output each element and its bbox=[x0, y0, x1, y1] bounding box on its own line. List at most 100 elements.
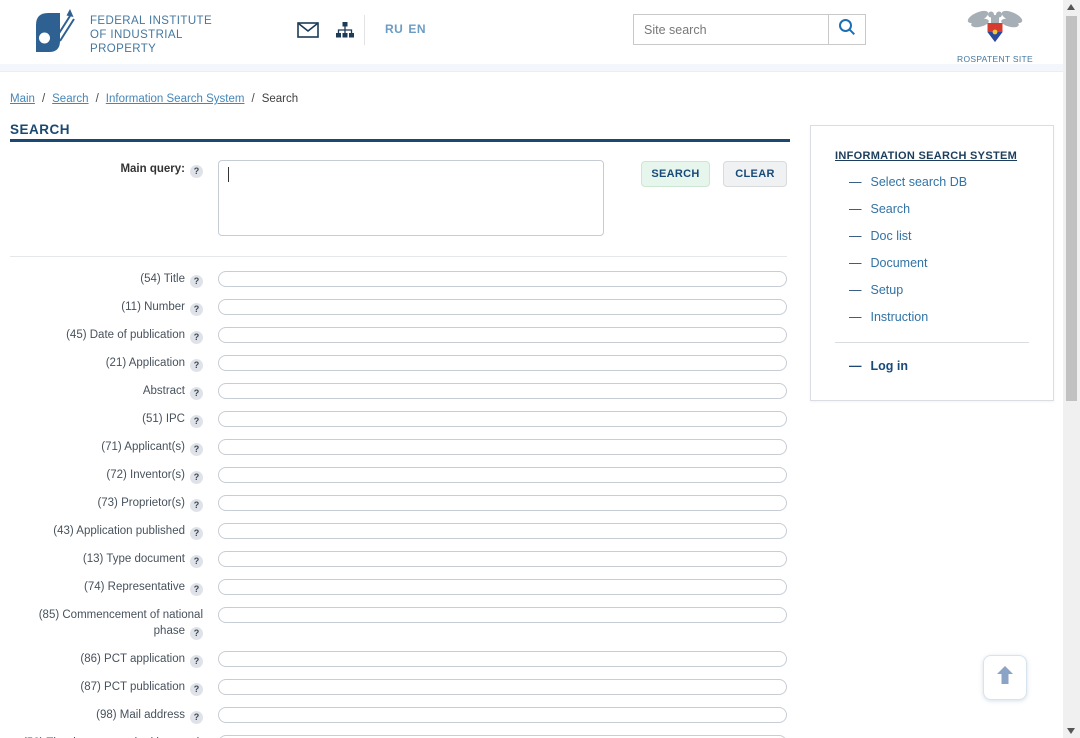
field-input[interactable] bbox=[218, 551, 787, 567]
dash: — bbox=[849, 283, 862, 297]
breadcrumb-separator: / bbox=[251, 93, 255, 105]
institute-name: FEDERAL INSTITUTE OF INDUSTRIAL PROPERTY bbox=[90, 14, 213, 55]
language-switcher: RU EN bbox=[385, 22, 426, 36]
site-search-button[interactable] bbox=[828, 15, 865, 44]
field-input[interactable] bbox=[218, 355, 787, 371]
field-input[interactable] bbox=[218, 679, 787, 695]
field-label: Abstract? bbox=[10, 383, 203, 400]
field-input[interactable] bbox=[218, 383, 787, 399]
breadcrumb-link[interactable]: Search bbox=[52, 93, 88, 105]
clear-button[interactable]: CLEAR bbox=[723, 161, 787, 187]
field-row: (13) Type document? bbox=[10, 551, 787, 568]
field-row: (11) Number? bbox=[10, 299, 787, 316]
breadcrumb: Main / Search / Information Search System / Se… bbox=[10, 93, 298, 105]
help-icon[interactable]: ? bbox=[190, 303, 203, 316]
field-label: (54) Title? bbox=[10, 271, 203, 288]
site-search bbox=[633, 14, 866, 45]
mail-icon[interactable] bbox=[297, 22, 319, 38]
field-label: (71) Applicant(s)? bbox=[10, 439, 203, 456]
help-icon[interactable]: ? bbox=[190, 359, 203, 372]
scrollbar-thumb[interactable] bbox=[1066, 16, 1077, 401]
field-input[interactable] bbox=[218, 651, 787, 667]
fips-logo-icon bbox=[33, 8, 77, 61]
breadcrumb-link[interactable]: Main bbox=[10, 93, 35, 105]
sidebar-title: INFORMATION SEARCH SYSTEM bbox=[835, 150, 1018, 162]
field-row: (98) Mail address? bbox=[10, 707, 787, 724]
breadcrumb-separator: / bbox=[95, 93, 99, 105]
dash: — bbox=[849, 256, 862, 270]
breadcrumb-link[interactable]: Information Search System bbox=[106, 93, 245, 105]
main-query-textarea[interactable] bbox=[218, 160, 604, 236]
sidebar-item[interactable]: — Search bbox=[835, 202, 1029, 216]
sidebar-list: — Select search DB — Search — Doc list — Docume… bbox=[835, 175, 1029, 324]
help-icon[interactable]: ? bbox=[190, 471, 203, 484]
rospatent-caption: ROSPATENT SITE bbox=[957, 54, 1033, 64]
field-label: (11) Number? bbox=[10, 299, 203, 316]
sidebar-item[interactable]: — Select search DB bbox=[835, 175, 1029, 189]
scroll-to-top-button[interactable] bbox=[983, 655, 1027, 700]
sitemap-icon[interactable] bbox=[336, 22, 354, 38]
sidebar-divider bbox=[835, 342, 1029, 343]
text-caret bbox=[228, 167, 229, 182]
header: FEDERAL INSTITUTE OF INDUSTRIAL PROPERTY… bbox=[0, 0, 1063, 64]
dash: — bbox=[849, 310, 862, 324]
field-row: (85) Commencement of national phase? bbox=[10, 607, 787, 640]
help-icon[interactable]: ? bbox=[190, 443, 203, 456]
field-row: (86) PCT application? bbox=[10, 651, 787, 668]
field-input[interactable] bbox=[218, 523, 787, 539]
vertical-scrollbar[interactable] bbox=[1063, 0, 1080, 738]
help-icon[interactable]: ? bbox=[190, 555, 203, 568]
scrollbar-up-arrow[interactable] bbox=[1067, 4, 1075, 10]
help-icon[interactable]: ? bbox=[190, 387, 203, 400]
field-input[interactable] bbox=[218, 327, 787, 343]
help-icon[interactable]: ? bbox=[190, 655, 203, 668]
rospatent-site-link[interactable]: ROSPATENT SITE bbox=[953, 8, 1037, 64]
header-divider bbox=[364, 15, 365, 45]
field-input[interactable] bbox=[218, 467, 787, 483]
fips-logo[interactable]: FEDERAL INSTITUTE OF INDUSTRIAL PROPERTY bbox=[33, 8, 212, 61]
help-icon[interactable]: ? bbox=[190, 527, 203, 540]
help-icon[interactable]: ? bbox=[190, 711, 203, 724]
sidebar-item[interactable]: — Instruction bbox=[835, 310, 1029, 324]
field-row: (73) Proprietor(s)? bbox=[10, 495, 787, 512]
field-input[interactable] bbox=[218, 579, 787, 595]
help-icon[interactable]: ? bbox=[190, 415, 203, 428]
help-icon[interactable]: ? bbox=[190, 627, 203, 640]
lang-ru-link[interactable]: RU bbox=[385, 22, 403, 36]
scrollbar-down-arrow[interactable] bbox=[1067, 728, 1075, 734]
sidebar-item[interactable]: — Doc list bbox=[835, 229, 1029, 243]
field-label: (21) Application? bbox=[10, 355, 203, 372]
form-divider bbox=[10, 256, 787, 257]
field-row: (51) IPC? bbox=[10, 411, 787, 428]
sidebar-item[interactable]: — Setup bbox=[835, 283, 1029, 297]
fields-list: (54) Title? (11) Number? (45) Date of publ… bbox=[10, 271, 787, 738]
help-icon[interactable]: ? bbox=[190, 583, 203, 596]
field-row: (54) Title? bbox=[10, 271, 787, 288]
field-label: (43) Application published? bbox=[10, 523, 203, 540]
help-icon[interactable]: ? bbox=[190, 683, 203, 696]
field-input[interactable] bbox=[218, 707, 787, 723]
lang-en-link[interactable]: EN bbox=[408, 22, 426, 36]
help-icon[interactable]: ? bbox=[190, 165, 203, 178]
up-arrow-icon bbox=[993, 663, 1017, 692]
field-input[interactable] bbox=[218, 299, 787, 315]
field-input[interactable] bbox=[218, 411, 787, 427]
breadcrumb-separator: / bbox=[41, 93, 46, 105]
sidebar-item-login[interactable]: — Log in bbox=[835, 359, 1029, 373]
help-icon[interactable]: ? bbox=[190, 275, 203, 288]
field-row: (21) Application? bbox=[10, 355, 787, 372]
help-icon[interactable]: ? bbox=[190, 499, 203, 512]
help-icon[interactable]: ? bbox=[190, 331, 203, 344]
search-icon bbox=[838, 18, 856, 41]
field-label: (86) PCT application? bbox=[10, 651, 203, 668]
sidebar-item[interactable]: — Document bbox=[835, 256, 1029, 270]
field-input[interactable] bbox=[218, 607, 787, 623]
site-search-input[interactable] bbox=[634, 15, 828, 44]
title-underline bbox=[10, 139, 790, 142]
rospatent-eagle-icon bbox=[966, 10, 1024, 52]
field-row: (43) Application published? bbox=[10, 523, 787, 540]
field-input[interactable] bbox=[218, 495, 787, 511]
search-button[interactable]: SEARCH bbox=[641, 161, 710, 187]
field-input[interactable] bbox=[218, 439, 787, 455]
field-input[interactable] bbox=[218, 271, 787, 287]
